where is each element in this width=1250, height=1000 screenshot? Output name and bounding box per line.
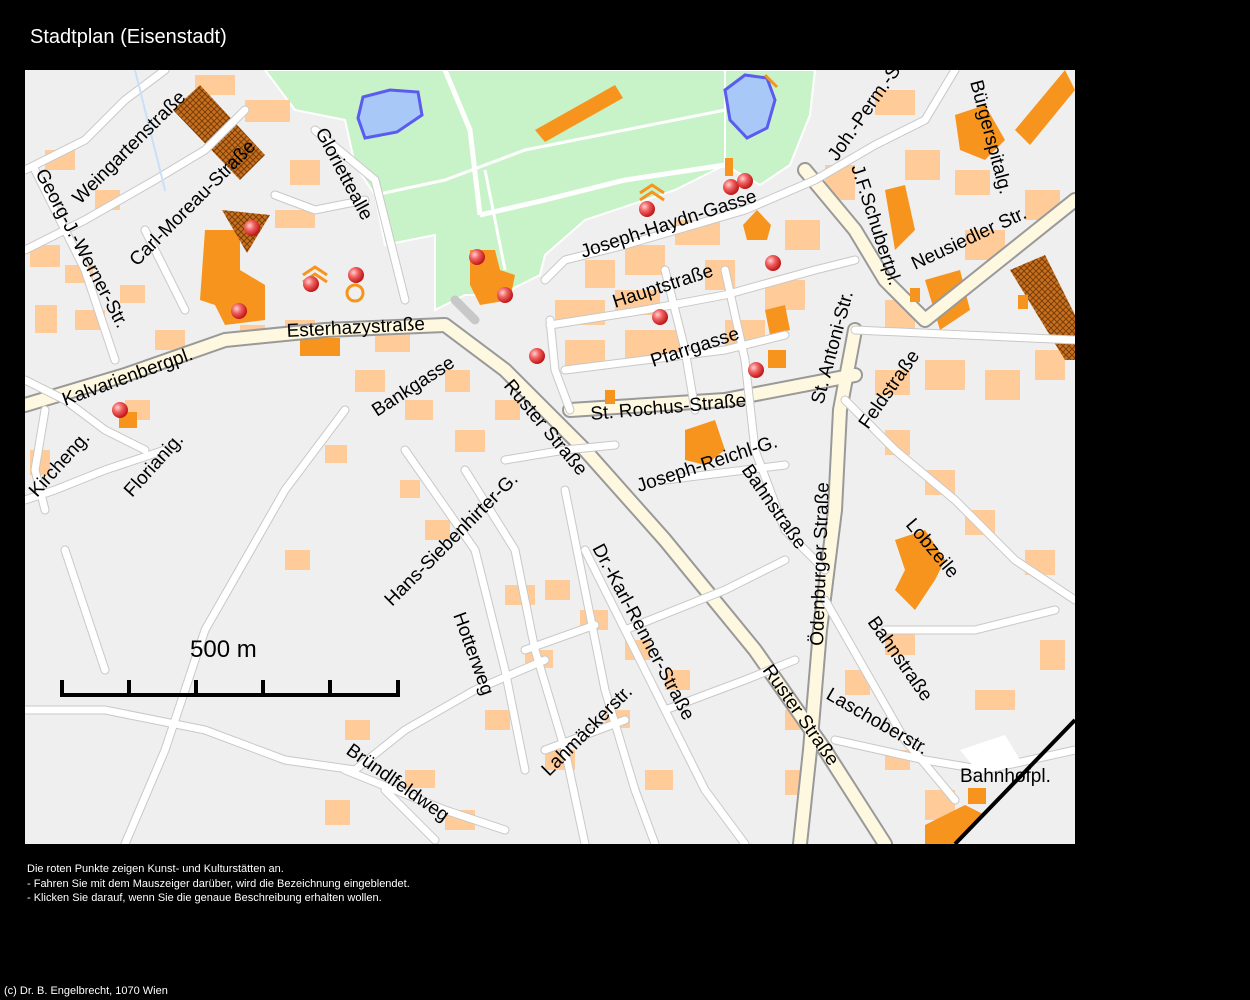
poi-marker[interactable] xyxy=(497,287,513,303)
info-line: Die roten Punkte zeigen Kunst- und Kultu… xyxy=(27,863,284,875)
poi-marker[interactable] xyxy=(639,201,655,217)
poi-marker[interactable] xyxy=(737,173,753,189)
info-text: Die roten Punkte zeigen Kunst- und Kultu… xyxy=(27,862,410,906)
poi-marker[interactable] xyxy=(652,309,668,325)
city-map[interactable]: 500 m Weingartenstraße Carl-Moreau-Straß… xyxy=(25,70,1075,844)
info-line: - Fahren Sie mit dem Mauszeiger darüber,… xyxy=(27,877,410,890)
info-line: - Klicken Sie darauf, wenn Sie die genau… xyxy=(27,892,382,904)
copyright: (c) Dr. B. Engelbrecht, 1070 Wien xyxy=(4,985,168,997)
page-title: Stadtplan (Eisenstadt) xyxy=(30,26,227,48)
poi-marker[interactable] xyxy=(748,362,764,378)
poi-marker[interactable] xyxy=(765,255,781,271)
poi-marker[interactable] xyxy=(244,220,260,236)
scale-label: 500 m xyxy=(190,636,257,663)
poi-marker[interactable] xyxy=(112,402,128,418)
poi-marker[interactable] xyxy=(469,249,485,265)
poi-marker[interactable] xyxy=(723,179,739,195)
street-label-bahnhofpl: Bahnhofpl. xyxy=(960,766,1051,787)
poi-marker[interactable] xyxy=(348,267,364,283)
poi-marker[interactable] xyxy=(303,276,319,292)
poi-marker[interactable] xyxy=(231,303,247,319)
poi-marker[interactable] xyxy=(529,348,545,364)
